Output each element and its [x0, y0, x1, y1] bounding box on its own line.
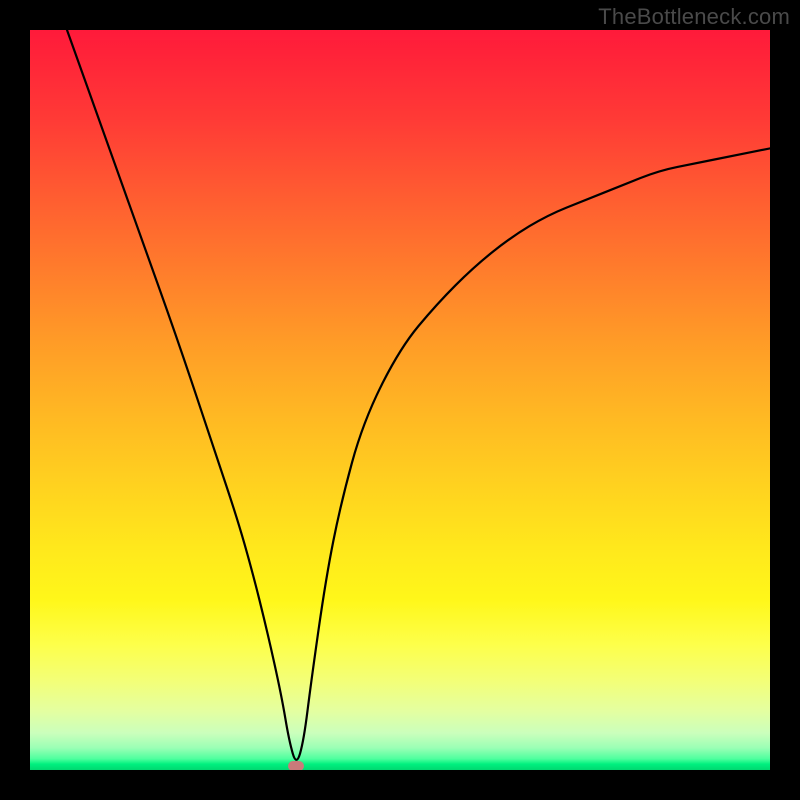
- minimum-marker: [288, 761, 304, 770]
- plot-area: [30, 30, 770, 770]
- watermark-text: TheBottleneck.com: [598, 4, 790, 30]
- bottleneck-curve: [30, 30, 770, 770]
- chart-frame: TheBottleneck.com: [0, 0, 800, 800]
